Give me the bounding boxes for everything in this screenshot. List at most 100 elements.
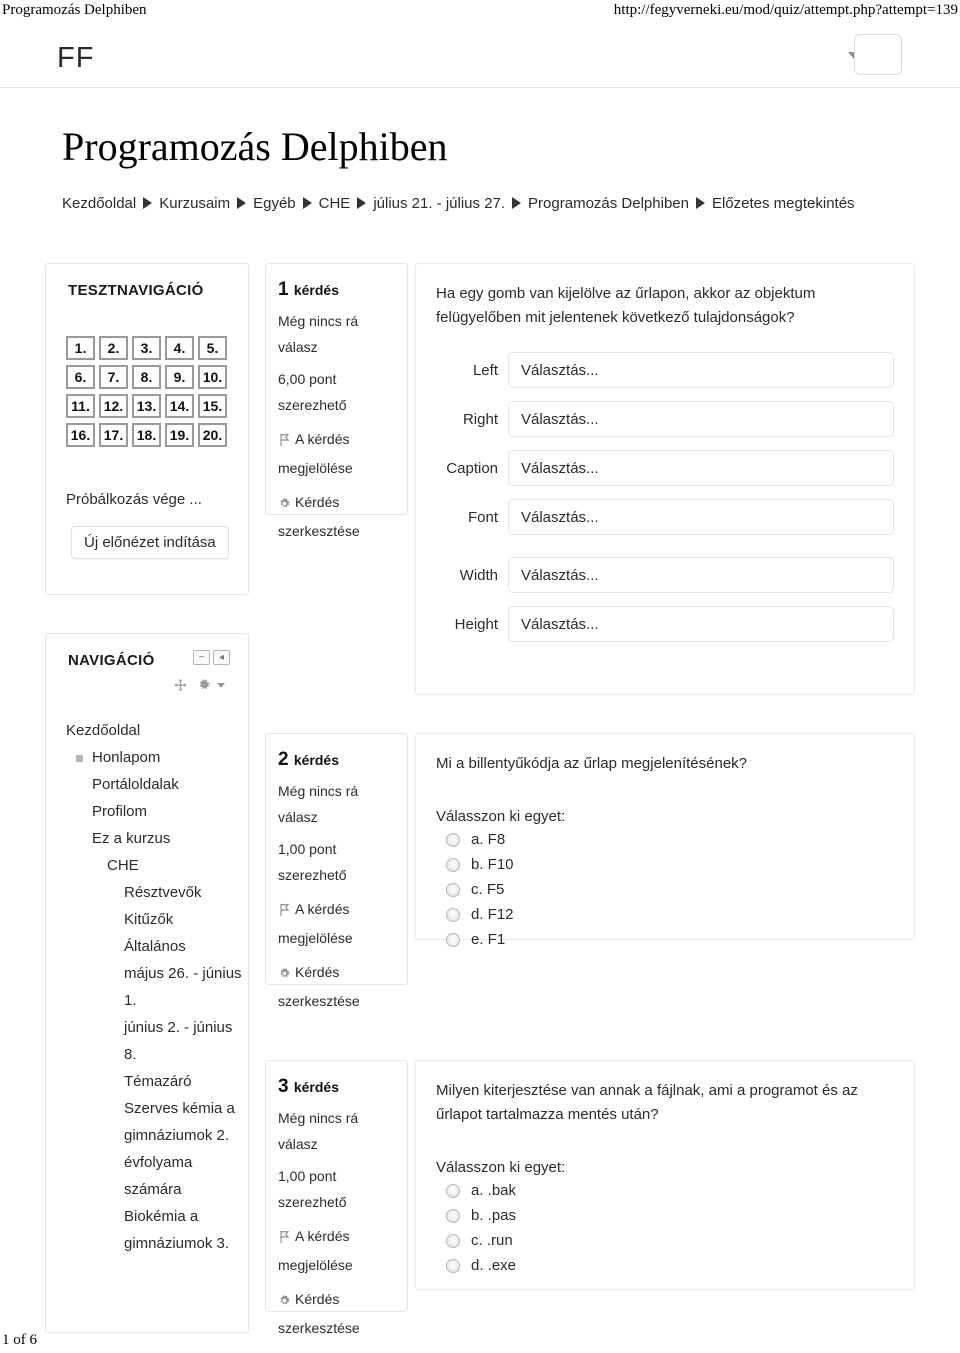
flag-icon bbox=[278, 1226, 291, 1252]
quiz-question-box[interactable]: 16. bbox=[66, 423, 95, 447]
dock-left-icon[interactable]: ◂ bbox=[213, 650, 230, 665]
answer-option[interactable]: b. .pas bbox=[436, 1207, 894, 1224]
answer-option[interactable]: a. .bak bbox=[436, 1182, 894, 1199]
answer-option[interactable]: d. .exe bbox=[436, 1257, 894, 1274]
edit-question-link[interactable]: Kérdés szerkesztése bbox=[278, 489, 397, 544]
question-points: 6,00 pont szerezhető bbox=[278, 371, 347, 413]
breadcrumb-separator-icon bbox=[237, 197, 247, 209]
question-points: 1,00 pont szerezhető bbox=[278, 841, 347, 883]
matching-select[interactable]: Választás... bbox=[508, 557, 894, 593]
nav-item[interactable]: Ez a kurzus bbox=[62, 825, 242, 852]
answer-option[interactable]: b. F10 bbox=[436, 856, 894, 873]
flag-question-link[interactable]: A kérdés megjelölése bbox=[278, 426, 397, 481]
nav-item[interactable]: Profilom bbox=[62, 798, 242, 825]
quiz-question-box[interactable]: 18. bbox=[132, 423, 161, 447]
nav-item[interactable]: CHE bbox=[62, 852, 242, 879]
nav-item[interactable]: Résztvevők bbox=[62, 879, 242, 906]
answer-option[interactable]: c. .run bbox=[436, 1232, 894, 1249]
nav-item[interactable]: Honlapom bbox=[62, 744, 242, 771]
quiz-question-box[interactable]: 7. bbox=[99, 365, 128, 389]
quiz-question-box[interactable]: 9. bbox=[165, 365, 194, 389]
matching-select[interactable]: Választás... bbox=[508, 401, 894, 437]
nav-item-label: június 2. - június 8. bbox=[124, 1019, 233, 1063]
quiz-question-box[interactable]: 3. bbox=[132, 336, 161, 360]
quiz-question-box[interactable]: 1. bbox=[66, 336, 95, 360]
breadcrumb-item-0[interactable]: Kezdőoldal bbox=[62, 195, 136, 212]
breadcrumb-item-4[interactable]: július 21. - július 27. bbox=[373, 195, 505, 212]
answer-option[interactable]: d. F12 bbox=[436, 906, 894, 923]
quiz-question-box[interactable]: 10. bbox=[198, 365, 227, 389]
nav-item-label: Profilom bbox=[92, 803, 148, 820]
answer-option[interactable]: c. F5 bbox=[436, 881, 894, 898]
breadcrumb-item-2[interactable]: Egyéb bbox=[253, 195, 296, 212]
breadcrumb-item-5[interactable]: Programozás Delphiben bbox=[528, 195, 689, 212]
nav-item[interactable]: május 26. - június 1. bbox=[62, 960, 242, 1014]
answer-option[interactable]: a. F8 bbox=[436, 831, 894, 848]
quiz-question-box[interactable]: 11. bbox=[66, 394, 95, 418]
radio-icon[interactable] bbox=[446, 882, 460, 897]
radio-icon[interactable] bbox=[446, 832, 460, 847]
question-text: Milyen kiterjesztése van annak a fájlnak… bbox=[436, 1082, 858, 1123]
quiz-question-box[interactable]: 8. bbox=[132, 365, 161, 389]
matching-label: Height bbox=[454, 615, 498, 633]
radio-icon[interactable] bbox=[446, 857, 460, 872]
gear-icon[interactable] bbox=[197, 678, 211, 692]
matching-label: Left bbox=[472, 361, 498, 379]
flag-icon bbox=[278, 899, 291, 925]
matching-select[interactable]: Választás... bbox=[508, 499, 894, 535]
move-icon[interactable] bbox=[174, 678, 187, 692]
breadcrumb-separator-icon bbox=[302, 197, 312, 209]
quiz-question-box[interactable]: 5. bbox=[198, 336, 227, 360]
quiz-question-box[interactable]: 2. bbox=[99, 336, 128, 360]
nav-item[interactable]: Általános bbox=[62, 933, 242, 960]
quiz-question-box[interactable]: 6. bbox=[66, 365, 95, 389]
radio-icon[interactable] bbox=[446, 1258, 460, 1273]
edit-question-link[interactable]: Kérdés szerkesztése bbox=[278, 959, 397, 1014]
attempt-end-label[interactable]: Próbálkozás vége ... bbox=[66, 491, 202, 508]
quiz-question-box[interactable]: 19. bbox=[165, 423, 194, 447]
flag-question-link[interactable]: A kérdés megjelölése bbox=[278, 1223, 397, 1278]
nav-item[interactable]: Témazáró bbox=[62, 1068, 242, 1095]
radio-icon[interactable] bbox=[446, 1208, 460, 1223]
matching-select[interactable]: Választás... bbox=[508, 450, 894, 486]
quiz-question-box[interactable]: 14. bbox=[165, 394, 194, 418]
nav-item-label: Biokémia a gimnáziumok 3. bbox=[124, 1208, 230, 1252]
site-logo[interactable]: FF bbox=[57, 42, 94, 75]
matching-select[interactable]: Választás... bbox=[508, 606, 894, 642]
nav-item[interactable]: Portáloldalak bbox=[62, 771, 242, 798]
question-number: 2 kérdés bbox=[278, 749, 340, 770]
chevron-down-icon[interactable] bbox=[217, 682, 225, 688]
answer-label: a. F8 bbox=[471, 831, 506, 848]
nav-item[interactable]: Szerves kémia a gimnáziumok 2. évfolyama… bbox=[62, 1095, 242, 1203]
quiz-question-box[interactable]: 12. bbox=[99, 394, 128, 418]
flag-question-link[interactable]: A kérdés megjelölése bbox=[278, 896, 397, 951]
answer-option[interactable]: e. F1 bbox=[436, 931, 894, 948]
radio-icon[interactable] bbox=[446, 932, 460, 947]
start-new-preview-button[interactable]: Új előnézet indítása bbox=[71, 526, 229, 559]
edit-question-link[interactable]: Kérdés szerkesztése bbox=[278, 1286, 397, 1341]
toolbar-blank-button[interactable] bbox=[854, 34, 902, 75]
radio-icon[interactable] bbox=[446, 1183, 460, 1198]
radio-icon[interactable] bbox=[446, 907, 460, 922]
answer-label: c. .run bbox=[471, 1232, 513, 1249]
quiz-question-box[interactable]: 15. bbox=[198, 394, 227, 418]
quiz-question-box[interactable]: 20. bbox=[198, 423, 227, 447]
breadcrumb-item-3[interactable]: CHE bbox=[319, 195, 351, 212]
quiz-question-row: 1. 2. 3. 4. 5. bbox=[66, 336, 236, 360]
matching-select[interactable]: Választás... bbox=[508, 352, 894, 388]
breadcrumb-item-1[interactable]: Kurzusaim bbox=[159, 195, 230, 212]
quiz-question-box[interactable]: 17. bbox=[99, 423, 128, 447]
quiz-question-row: 16. 17. 18. 19. 20. bbox=[66, 423, 236, 447]
quiz-question-box[interactable]: 4. bbox=[165, 336, 194, 360]
breadcrumb-item-6[interactable]: Előzetes megtekintés bbox=[712, 195, 855, 212]
nav-item[interactable]: Biokémia a gimnáziumok 3. bbox=[62, 1203, 242, 1257]
nav-item[interactable]: Kitűzők bbox=[62, 906, 242, 933]
nav-item[interactable]: június 2. - június 8. bbox=[62, 1014, 242, 1068]
minimize-icon[interactable]: − bbox=[193, 650, 210, 665]
question-number: 3 kérdés bbox=[278, 1076, 340, 1097]
breadcrumb-separator-icon bbox=[357, 197, 367, 209]
answer-label: b. F10 bbox=[471, 856, 514, 873]
nav-item[interactable]: Kezdőoldal bbox=[62, 717, 242, 744]
quiz-question-box[interactable]: 13. bbox=[132, 394, 161, 418]
radio-icon[interactable] bbox=[446, 1233, 460, 1248]
